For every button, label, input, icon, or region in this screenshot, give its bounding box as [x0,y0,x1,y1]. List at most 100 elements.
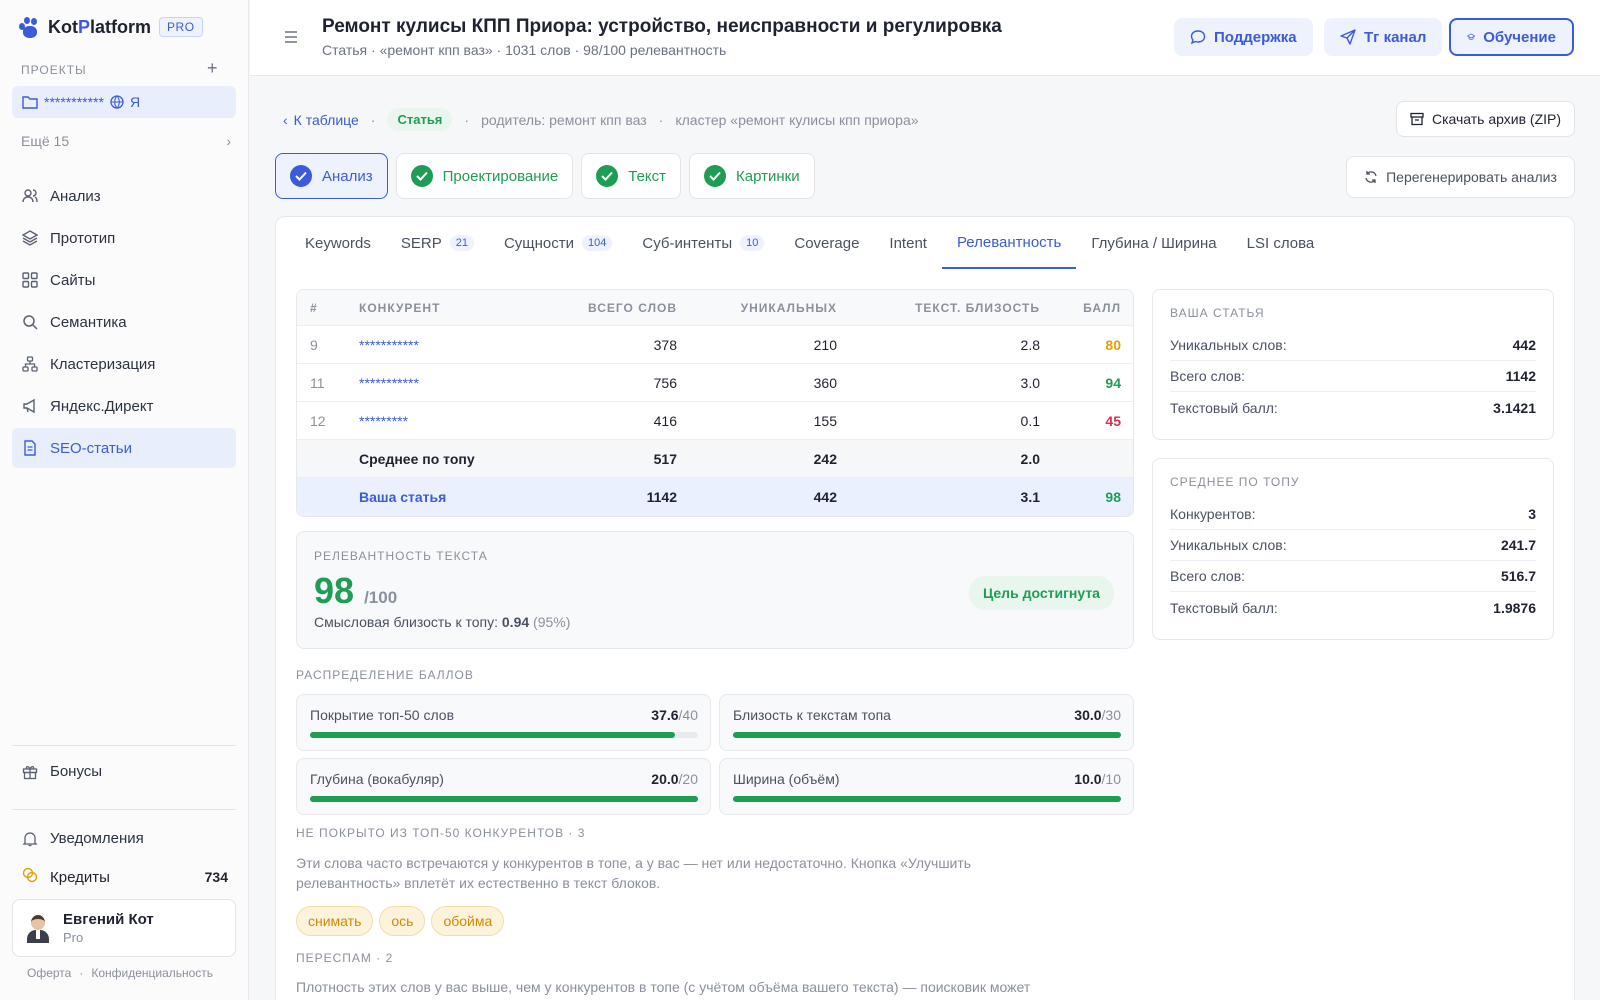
word-chip[interactable]: ось [379,906,426,936]
score-bar-depth: Глубина (вокабуляр) 20.0/20 [296,758,711,815]
sidebar-item-clustering[interactable]: Кластеризация [12,344,236,384]
page-title: Ремонт кулисы КПП Приора: устройство, не… [322,16,1002,37]
grid-icon [22,272,38,288]
send-icon [1340,29,1356,45]
regenerate-analysis-button[interactable]: Перегенерировать анализ [1346,156,1575,198]
users-icon [22,188,38,204]
sidebar-item-analysis[interactable]: Анализ [12,176,236,216]
relevance-score-max: /100 [364,588,398,607]
check-icon [596,165,619,187]
learning-button[interactable]: Обучение [1449,18,1574,56]
tab-depth-width[interactable]: Глубина / Ширина [1076,217,1231,269]
relevance-score-value: 98 [314,570,355,611]
step-images[interactable]: Картинки [689,153,815,199]
tab-entities[interactable]: Сущности 104 [489,217,627,269]
user-card[interactable]: Евгений Кот Pro [12,899,236,957]
sidebar-item-prototype[interactable]: Прототип [12,218,236,258]
support-button[interactable]: Поддержка [1174,18,1313,56]
analysis-panel: Keywords SERP 21 Сущности 104 Суб-интенты 1… [275,216,1575,1000]
tab-intent[interactable]: Intent [874,217,942,269]
page-subtitle: Статья · «ремонт кпп ваз» · 1031 слов · … [322,42,727,58]
progress-fill [733,732,1121,738]
cluster-label: кластер «ремонт кулисы кпп приора» [675,111,919,128]
total-words: 1142 [646,489,677,505]
document-icon [22,440,38,456]
archive-icon [1410,112,1424,126]
sidebar-item-seo-articles[interactable]: SEO-статьи [12,428,236,468]
distribution-label: РАСПРЕДЕЛЕНИЕ БАЛЛОВ [296,668,474,682]
sidebar-item-yandex-direct[interactable]: Яндекс.Директ [12,386,236,426]
cluster-icon [22,356,38,372]
progress-track [310,732,698,738]
tab-label: Coverage [794,234,860,252]
add-project-icon[interactable]: + [207,58,218,79]
chevron-right-icon: › [226,133,231,149]
article-type-badge: Статья [387,108,453,131]
tab-serp[interactable]: SERP 21 [386,217,489,269]
sidebar-item-notifications[interactable]: Уведомления [22,830,144,847]
competitor-link[interactable]: *********** [359,375,537,391]
step-design[interactable]: Проектирование [395,153,574,199]
plan-badge: PRO [159,17,203,37]
semantic-similarity: Смысловая близость к топу: 0.94 (95%) [314,614,570,630]
tab-keywords[interactable]: Keywords [290,217,386,269]
uncovered-words: снимать ось обойма [296,906,505,936]
tab-relevance[interactable]: Релевантность [941,217,1077,269]
tab-lsi[interactable]: LSI слова [1232,217,1330,269]
text-similarity: 3.0 [1020,374,1040,391]
project-item[interactable]: *********** Я [12,86,236,118]
competitor-link[interactable]: ********* [359,413,537,429]
unique-words: 442 [813,489,837,505]
word-chip[interactable]: снимать [296,906,374,936]
top-average-card: СРЕДНЕЕ ПО ТОПУ Конкурентов: 3 Уникальных… [1152,458,1554,640]
download-zip-label: Скачать архив (ZIP) [1431,111,1562,127]
sidebar-item-bonuses[interactable]: Бонусы [22,763,102,780]
overspam-description: Плотность этих слов у вас выше, чем у ко… [296,979,1031,995]
your-article-label: Ваша статья [359,489,447,505]
paw-logo-icon [18,16,40,38]
total-words: 517 [653,450,677,467]
globe-icon [110,95,124,109]
word-chip[interactable]: обойма [431,906,505,936]
more-projects-label: Ещё 15 [21,133,70,149]
bar-value: 20.0/20 [651,771,698,787]
stat-row: Конкурентов: 3 [1170,499,1536,530]
step-text[interactable]: Текст [581,153,682,199]
logo[interactable]: KotPlatform PRO [18,16,203,38]
notifications-label: Уведомления [50,830,144,847]
bar-name: Близость к текстам топа [733,707,891,723]
table-row-your-article: Ваша статья 1142 442 3.1 98 [297,478,1133,516]
col-header: КОНКУРЕНТ [359,300,441,315]
menu-toggle-icon[interactable] [284,30,298,48]
bell-icon [22,831,38,847]
row-number: 9 [310,336,318,353]
your-article-card: ВАША СТАТЬЯ Уникальных слов: 442 Всего сл… [1152,289,1554,440]
step-analysis[interactable]: Анализ [275,153,388,199]
bar-value: 30.0/30 [1074,707,1121,723]
more-projects[interactable]: Ещё 15 › [21,133,231,149]
app-name: KotPlatform [48,16,152,37]
score: 45 [1105,412,1121,429]
project-name: *********** [44,94,104,110]
competitor-link[interactable]: *********** [359,337,537,353]
stat-row: Всего слов: 1142 [1170,361,1536,392]
credits-row[interactable]: Кредиты 734 [22,867,228,887]
col-header: ВСЕГО СЛОВ [588,300,677,315]
tab-sub-intents[interactable]: Суб-интенты 10 [627,217,779,269]
score: 98 [1105,489,1121,505]
chevron-left-icon: ‹ [283,111,288,128]
stat-row: Текстовый балл: 1.9876 [1170,599,1536,616]
offer-link[interactable]: Оферта [27,966,71,980]
sidebar-item-semantics[interactable]: Семантика [12,302,236,342]
tab-coverage[interactable]: Coverage [779,217,874,269]
privacy-link[interactable]: Конфиденциальность [91,966,213,980]
total-words: 378 [653,336,677,353]
sidebar-item-label: Семантика [50,313,127,331]
back-label: К таблице [293,111,359,128]
sidebar-item-sites[interactable]: Сайты [12,260,236,300]
download-zip-button[interactable]: Скачать архив (ZIP) [1396,101,1575,137]
progress-track [733,796,1121,802]
gift-icon [22,764,38,780]
back-to-table-link[interactable]: ‹ К таблице [283,112,359,128]
telegram-button[interactable]: Тг канал [1324,18,1443,56]
